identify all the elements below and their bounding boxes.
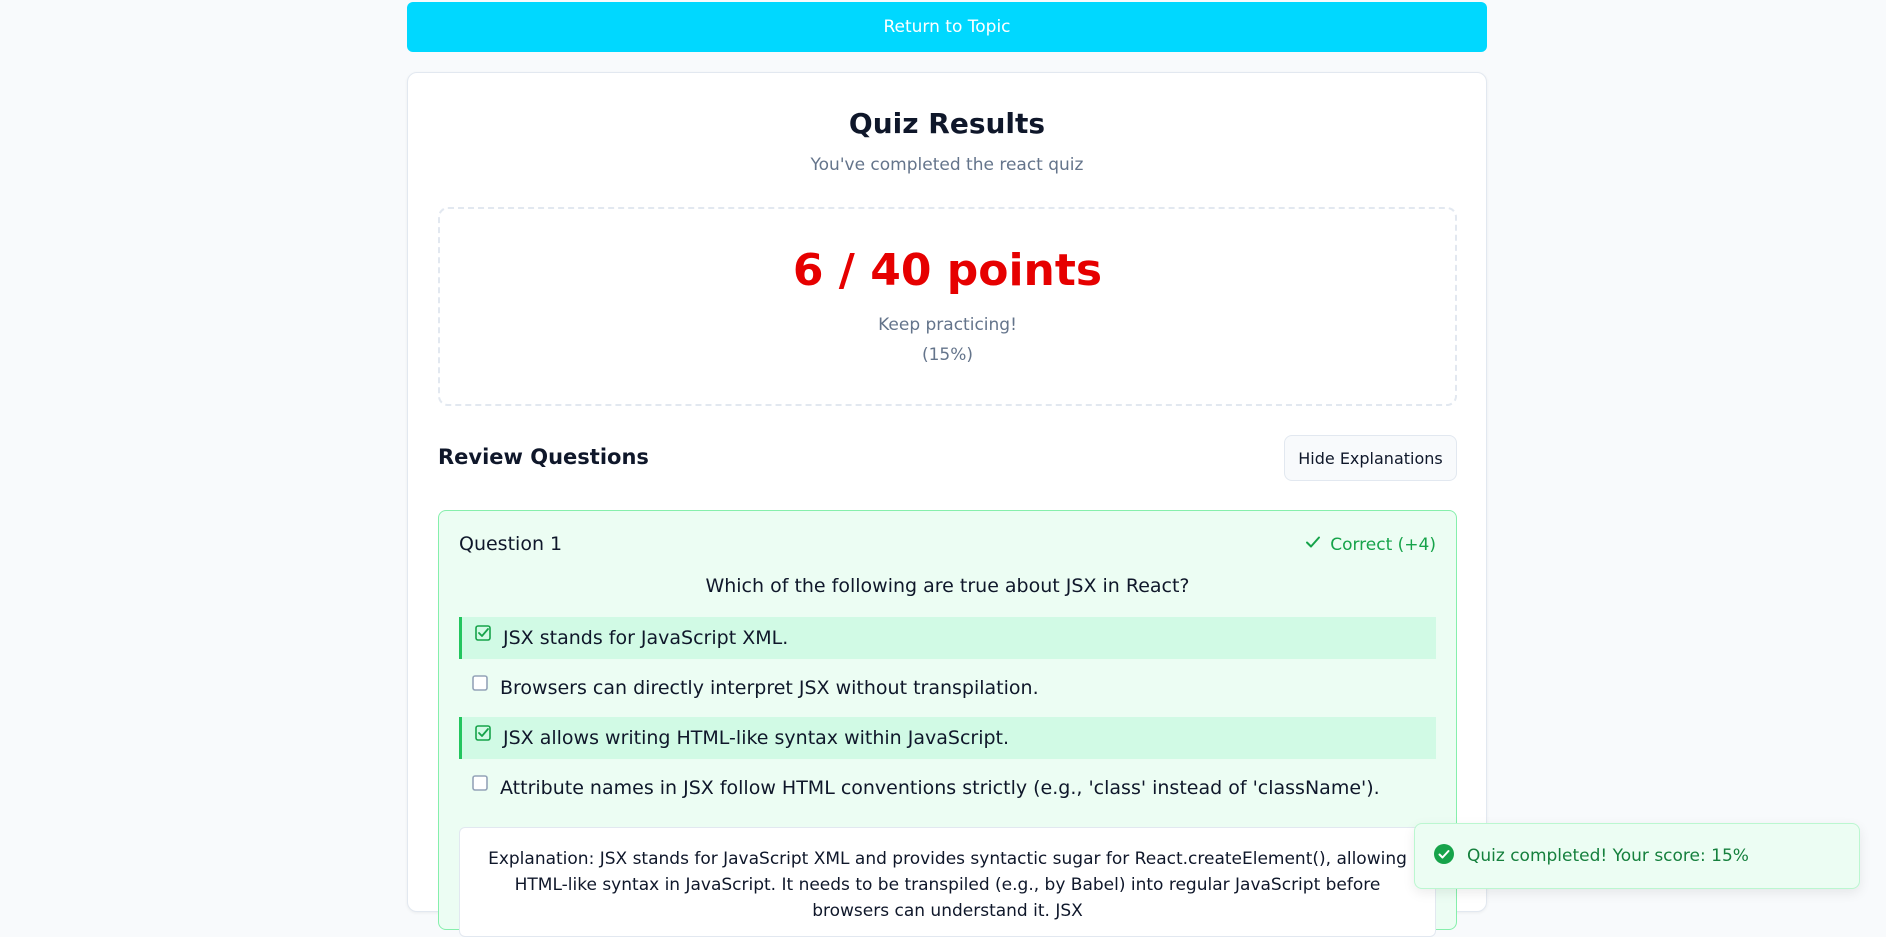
question-card: Question 1 Correct (+4) Which of the fol… <box>438 510 1457 937</box>
check-circle-icon <box>1433 843 1455 870</box>
answer-option-label: Attribute names in JSX follow HTML conve… <box>500 777 1380 799</box>
toast-message: Quiz completed! Your score: 15% <box>1467 846 1749 866</box>
answer-option-2[interactable]: Browsers can directly interpret JSX with… <box>459 667 1436 709</box>
return-to-topic-button[interactable]: Return to Topic <box>407 2 1487 52</box>
hide-explanations-button[interactable]: Hide Explanations <box>1284 435 1457 481</box>
answer-option-label: JSX stands for JavaScript XML. <box>503 627 789 649</box>
checkbox-checked-icon <box>475 724 491 741</box>
score-message: Keep practicing! <box>878 315 1017 335</box>
quiz-results-card: Quiz Results You've completed the react … <box>407 72 1487 937</box>
results-subtitle: You've completed the react quiz <box>810 155 1084 175</box>
question-text: Which of the following are true about JS… <box>705 575 1190 597</box>
review-questions-heading: Review Questions <box>438 445 649 469</box>
score-value: 6 / 40 points <box>792 245 1103 296</box>
question-status: Correct (+4) <box>1304 533 1436 556</box>
answer-option-label: JSX allows writing HTML-like syntax with… <box>503 727 1010 749</box>
answer-option-1[interactable]: JSX stands for JavaScript XML. <box>459 617 1436 659</box>
score-percent: (15%) <box>921 345 974 365</box>
results-title: Quiz Results <box>848 107 1046 140</box>
answer-option-label: Browsers can directly interpret JSX with… <box>500 677 1039 699</box>
answer-option-4[interactable]: Attribute names in JSX follow HTML conve… <box>459 767 1436 809</box>
checkbox-checked-icon <box>475 624 491 641</box>
question-status-label: Correct (+4) <box>1330 534 1436 555</box>
checkbox-empty-icon <box>472 674 488 691</box>
toast-notification: Quiz completed! Your score: 15% <box>1414 823 1860 889</box>
checkbox-empty-icon <box>472 774 488 791</box>
score-box: 6 / 40 points Keep practicing! (15%) <box>438 207 1457 406</box>
check-icon <box>1304 533 1322 556</box>
question-number: Question 1 <box>459 533 563 555</box>
answer-option-3[interactable]: JSX allows writing HTML-like syntax with… <box>459 717 1436 759</box>
explanation-text: Explanation: JSX stands for JavaScript X… <box>459 827 1436 937</box>
